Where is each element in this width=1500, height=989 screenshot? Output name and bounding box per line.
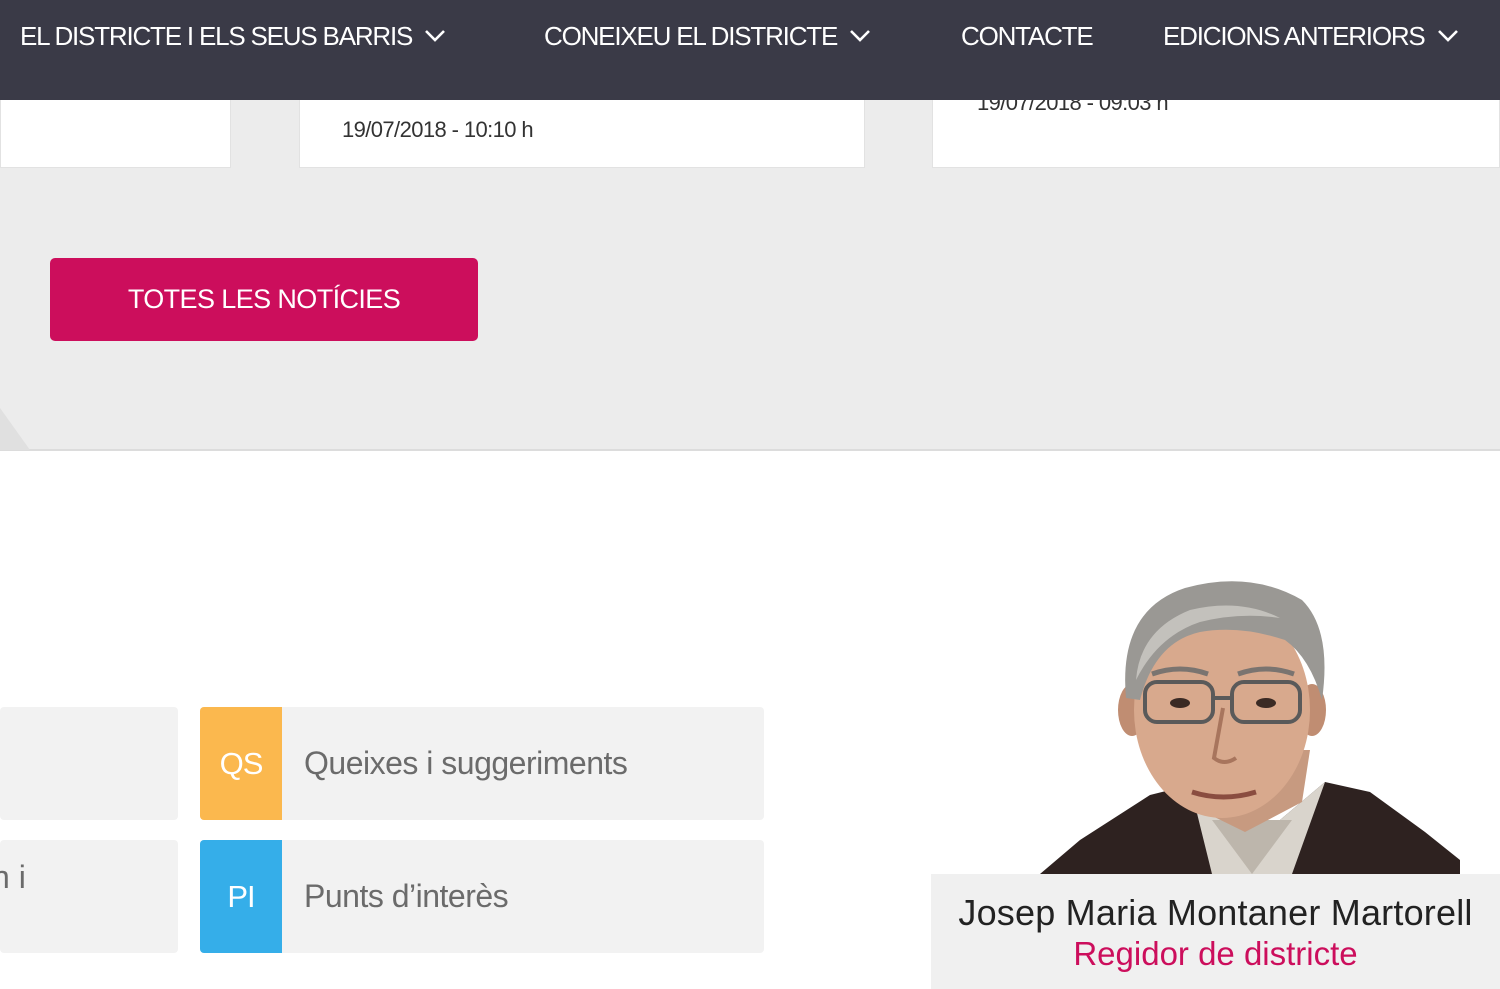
chevron-down-icon xyxy=(425,30,446,42)
news-card-date: 19/07/2018 - 10:10 h xyxy=(342,117,534,142)
nav-item-districte-barris[interactable]: EL DISTRICTE I ELS SEUS BARRIS xyxy=(20,0,446,72)
nav-item-label: EDICIONS ANTERIORS xyxy=(1163,21,1426,51)
nav-item-edicions-anteriors[interactable]: EDICIONS ANTERIORS xyxy=(1163,0,1459,72)
nav-item-coneixeu-districte[interactable]: CONEIXEU EL DISTRICTE xyxy=(544,0,871,72)
qs-badge-icon: QS xyxy=(200,707,282,820)
councillor-role: Regidor de districte xyxy=(1073,935,1358,972)
news-card-date: 19/07/2018 - 09:03 h xyxy=(977,100,1169,115)
all-news-button[interactable]: TOTES LES NOTÍCIES xyxy=(50,258,478,341)
quick-link-label: Punts d’interès xyxy=(304,878,509,914)
top-navigation: EL DISTRICTE I ELS SEUS BARRIS CONEIXEU … xyxy=(0,0,1500,100)
nav-item-label: CONTACTE xyxy=(961,21,1094,51)
quick-link-points-of-interest[interactable]: PI Punts d’interès xyxy=(200,840,764,953)
quick-link-tile[interactable] xyxy=(0,707,178,820)
quick-link-label: Queixes i suggeriments xyxy=(304,745,628,781)
news-card[interactable] xyxy=(0,100,231,168)
section-divider-notch xyxy=(0,408,30,450)
nav-item-contacte[interactable]: CONTACTE xyxy=(961,0,1094,72)
quick-link-complaints[interactable]: QS Queixes i suggeriments xyxy=(200,707,764,820)
news-card[interactable]: 19/07/2018 - 09:03 h xyxy=(932,100,1500,168)
pi-badge-icon: PI xyxy=(200,840,282,953)
nav-item-label: CONEIXEU EL DISTRICTE xyxy=(544,21,838,51)
councillor-caption: Josep Maria Montaner Martorell Regidor d… xyxy=(931,874,1500,989)
nav-item-label: EL DISTRICTE I ELS SEUS BARRIS xyxy=(20,21,413,51)
news-card[interactable]: 19/07/2018 - 10:10 h xyxy=(299,100,865,168)
quick-link-label: n i xyxy=(0,859,26,895)
quick-link-tile[interactable]: n i xyxy=(0,840,178,953)
councillor-name: Josep Maria Montaner Martorell xyxy=(958,892,1473,933)
chevron-down-icon xyxy=(1437,30,1458,42)
councillor-photo xyxy=(1040,581,1460,874)
chevron-down-icon xyxy=(850,30,871,42)
